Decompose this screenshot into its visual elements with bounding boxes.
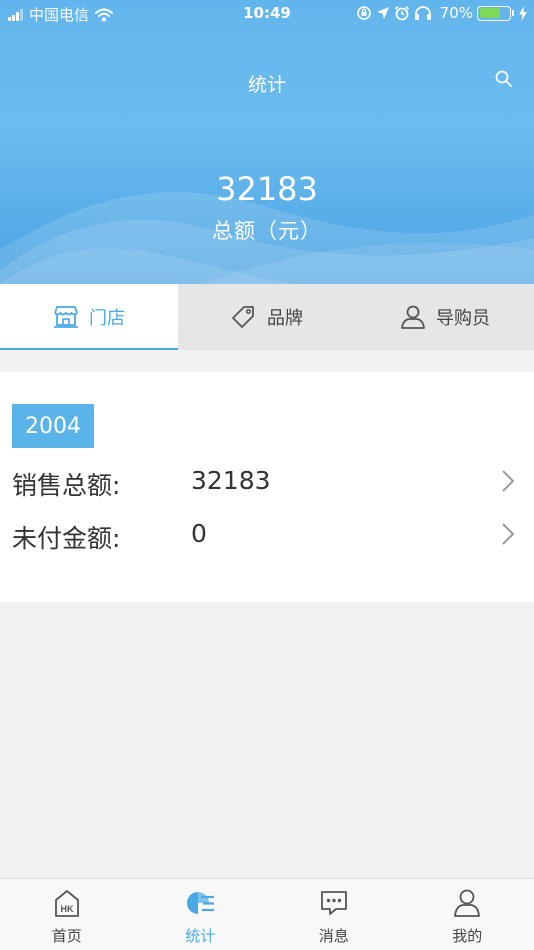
total-amount-label: 总额（元） [212, 219, 322, 243]
svg-text:HK: HK [60, 904, 73, 914]
nav-stats-label: 统计 [185, 927, 216, 945]
store-summary-card: 2004 销售总额: 32183 未付金额: 0 [0, 372, 534, 602]
tab-guide[interactable]: 导购员 [356, 284, 534, 350]
tab-brand-label: 品牌 [267, 308, 303, 329]
tag-icon [231, 305, 257, 329]
total-amount-value: 32183 [216, 170, 318, 208]
stats-icon [184, 887, 216, 919]
bottom-tab-bar: HK 首页 统计 消息 我的 [0, 878, 534, 950]
nav-home[interactable]: HK 首页 [0, 879, 134, 950]
tab-store[interactable]: 门店 [0, 284, 178, 350]
tab-store-label: 门店 [89, 308, 125, 329]
unpaid-amount-value: 0 [191, 519, 207, 548]
battery-percent: 70% [439, 4, 473, 22]
location-icon [376, 6, 390, 20]
list-item-sales-total[interactable]: 销售总额: 32183 [0, 456, 534, 506]
tab-brand[interactable]: 品牌 [178, 284, 356, 350]
search-button[interactable] [494, 69, 514, 89]
store-icon [53, 305, 79, 329]
chevron-right-icon [502, 523, 515, 549]
home-icon: HK [53, 887, 81, 919]
nav-profile[interactable]: 我的 [401, 879, 534, 950]
nav-stats[interactable]: 统计 [134, 879, 268, 950]
nav-messages[interactable]: 消息 [267, 879, 401, 950]
status-bar: 中国电信 10:49 70% [0, 0, 534, 28]
list-item-unpaid-amount[interactable]: 未付金额: 0 [0, 509, 534, 559]
sales-total-value: 32183 [191, 466, 271, 495]
header: 中国电信 10:49 70% 统计 32183 总额（元） [0, 0, 534, 284]
rotation-lock-icon [356, 5, 372, 21]
alarm-icon [394, 5, 410, 21]
message-icon [320, 887, 348, 919]
battery-icon [477, 5, 511, 21]
store-id-badge: 2004 [12, 404, 94, 448]
search-icon [495, 70, 512, 87]
unpaid-amount-label: 未付金额: [12, 524, 121, 553]
sales-total-label: 销售总额: [12, 471, 121, 500]
person-icon [400, 304, 426, 330]
page-title: 统计 [247, 74, 286, 96]
nav-home-label: 首页 [51, 927, 82, 945]
tab-guide-label: 导购员 [436, 308, 490, 329]
segment-tabs: 门店 品牌 导购员 [0, 284, 534, 350]
headphones-icon [414, 5, 432, 21]
chevron-right-icon [502, 470, 515, 496]
profile-icon [453, 887, 481, 919]
nav-messages-label: 消息 [318, 927, 349, 945]
charging-icon [518, 5, 528, 21]
nav-profile-label: 我的 [452, 927, 483, 945]
